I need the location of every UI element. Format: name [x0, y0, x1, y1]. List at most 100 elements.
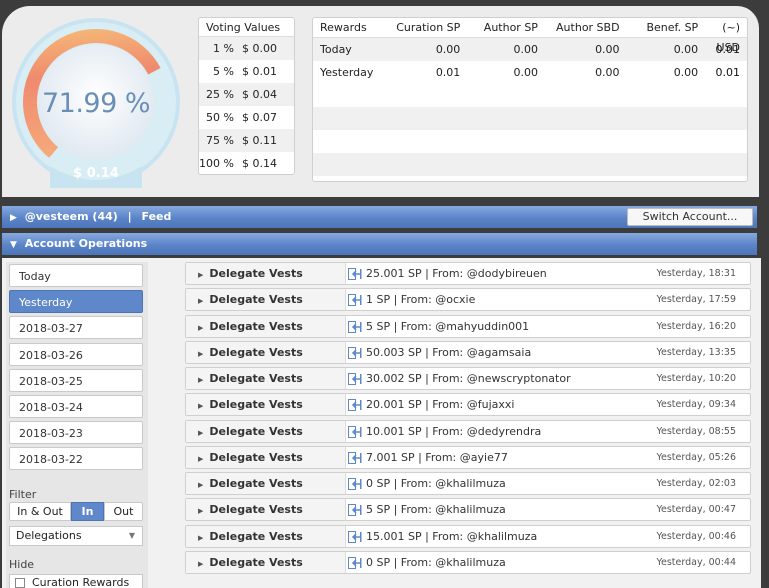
feed-link[interactable]: Feed	[142, 210, 172, 223]
operation-description: 7.001 SP | From: @ayie77	[366, 450, 508, 464]
operation-time: Yesterday, 10:20	[656, 373, 736, 384]
voting-value-row: 75 % $ 0.11	[199, 129, 294, 152]
hide-curation-rewards-label: Curation Rewards	[32, 576, 130, 588]
caret-right-icon: ▶	[10, 213, 17, 223]
account-name[interactable]: @vesteem (44)	[25, 210, 118, 223]
operation-time: Yesterday, 16:20	[656, 320, 736, 332]
checkbox[interactable]	[15, 578, 25, 588]
day-button[interactable]: 2018-03-26	[9, 342, 143, 366]
operation-row[interactable]: ▶ Delegate Vests 0 SP | From: @khalilmuza Y…	[185, 550, 751, 574]
operation-row[interactable]: ▶ Delegate Vests 15.001 SP | From: @khalil…	[185, 524, 751, 548]
voting-usd: $ 0.07	[242, 111, 277, 124]
operation-type[interactable]: ▶ Delegate Vests	[186, 315, 346, 337]
voting-value-row: 1 % $ 0.00	[199, 37, 294, 60]
operation-type[interactable]: ▶ Delegate Vests	[186, 394, 346, 416]
rewards-cell: 0.00	[595, 43, 620, 56]
day-button[interactable]: 2018-03-27	[9, 316, 143, 340]
filter-out-button[interactable]: Out	[104, 502, 143, 521]
hide-curation-rewards-option[interactable]: Curation Rewards	[9, 574, 143, 588]
caret-right-icon: ▶	[198, 559, 204, 568]
account-operations-bar[interactable]: ▼ Account Operations	[2, 233, 757, 255]
caret-down-icon: ▼	[10, 240, 17, 250]
rewards-cell: 0.01	[715, 66, 741, 79]
rewards-cell: 0.01	[435, 66, 461, 79]
account-bar[interactable]: ▶ @vesteem (44) | Feed Switch Account...	[2, 206, 757, 228]
operation-type[interactable]: ▶ Delegate Vests	[186, 420, 346, 442]
operation-type[interactable]: ▶ Delegate Vests	[186, 341, 346, 363]
switch-account-button[interactable]: Switch Account...	[627, 208, 753, 226]
voting-value-row: 100 % $ 0.14	[199, 152, 294, 174]
operation-row[interactable]: ▶ Delegate Vests 0 SP | From: @khalilmuza Y…	[185, 472, 751, 495]
operation-description: 20.001 SP | From: @fujaxxi	[366, 398, 515, 412]
incoming-icon	[348, 478, 362, 490]
operation-time: Yesterday, 05:26	[656, 451, 736, 463]
operation-type[interactable]: ▶ Delegate Vests	[186, 473, 346, 494]
operation-time: Yesterday, 17:59	[656, 294, 736, 306]
incoming-icon	[348, 556, 362, 569]
rewards-empty-row	[313, 107, 747, 130]
operation-row[interactable]: ▶ Delegate Vests 5 SP | From: @khalilmuza Y…	[185, 498, 751, 522]
day-button[interactable]: Today	[9, 264, 143, 287]
filter-in-out-button[interactable]: In & Out	[9, 502, 71, 521]
operation-row[interactable]: ▶ Delegate Vests 25.001 SP | From: @dodybi…	[185, 262, 751, 285]
operation-row[interactable]: ▶ Delegate Vests 1 SP | From: @ocxie Yester…	[185, 288, 751, 312]
operation-time: Yesterday, 09:34	[656, 399, 736, 411]
operation-type[interactable]: ▶ Delegate Vests	[186, 446, 346, 468]
operation-type[interactable]: ▶ Delegate Vests	[186, 289, 346, 311]
operation-type-select[interactable]: Delegations ▼	[9, 526, 143, 546]
operation-type[interactable]: ▶ Delegate Vests	[186, 551, 346, 573]
operation-row[interactable]: ▶ Delegate Vests 50.003 SP | From: @agamsa…	[185, 340, 751, 364]
operation-type-label: Delegate Vests	[209, 345, 303, 359]
account-operations-title: Account Operations	[24, 237, 148, 250]
operation-row[interactable]: ▶ Delegate Vests 10.001 SP | From: @dedyre…	[185, 419, 751, 443]
filter-label: Filter	[9, 488, 37, 501]
operation-type[interactable]: ▶ Delegate Vests	[186, 499, 346, 521]
operation-type-label: Delegate Vests	[209, 450, 303, 464]
rewards-cell: 0.00	[673, 66, 699, 79]
rewards-row-label: Today	[320, 43, 352, 56]
operation-type-label: Delegate Vests	[209, 293, 303, 307]
voting-usd: $ 0.01	[242, 65, 277, 78]
rewards-empty-row	[313, 153, 747, 176]
operation-time: Yesterday, 08:55	[656, 425, 736, 437]
operation-description: 5 SP | From: @mahyuddin001	[366, 319, 530, 333]
rewards-col-benef: Benef. SP	[646, 21, 699, 34]
operation-type-label: Delegate Vests	[209, 424, 303, 438]
filter-segmented-control: In & Out In Out	[9, 502, 143, 521]
operation-type-label: Delegate Vests	[209, 555, 303, 569]
rewards-col-usd: (~) USD	[716, 21, 740, 54]
operation-row[interactable]: ▶ Delegate Vests 7.001 SP | From: @ayie77 Y…	[185, 445, 751, 469]
operation-row[interactable]: ▶ Delegate Vests 5 SP | From: @mahyuddin00…	[185, 314, 751, 338]
rewards-row: Yesterday 0.01 0.00 0.00 0.00 0.01	[313, 61, 747, 84]
day-button[interactable]: 2018-03-25	[9, 368, 143, 392]
rewards-cell: 0.00	[513, 43, 538, 56]
filter-in-button[interactable]: In	[71, 502, 104, 521]
operation-type-label: Delegate Vests	[209, 477, 303, 490]
operation-description: 0 SP | From: @khalilmuza	[366, 555, 506, 569]
incoming-icon	[348, 530, 362, 543]
operation-type[interactable]: ▶ Delegate Vests	[186, 368, 346, 389]
incoming-icon	[348, 320, 362, 333]
operation-description: 5 SP | From: @khalilmuza	[366, 503, 506, 517]
account-separator: |	[127, 210, 132, 223]
operation-description: 30.002 SP | From: @newscryptonator	[366, 372, 571, 385]
voting-power-gauge: 71.99 % $ 0.14	[10, 16, 182, 188]
day-button[interactable]: Yesterday	[9, 290, 143, 314]
caret-right-icon: ▶	[198, 376, 204, 384]
operation-row[interactable]: ▶ Delegate Vests 30.002 SP | From: @newscr…	[185, 367, 751, 390]
day-button[interactable]: 2018-03-22	[9, 447, 143, 471]
chevron-down-icon: ▼	[128, 531, 135, 540]
operation-description: 50.003 SP | From: @agamsaia	[366, 345, 532, 359]
day-button[interactable]: 2018-03-23	[9, 421, 143, 445]
operation-type[interactable]: ▶ Delegate Vests	[186, 525, 346, 547]
voting-value-row: 5 % $ 0.01	[199, 60, 294, 83]
caret-right-icon: ▶	[198, 271, 204, 279]
rewards-table: Rewards Curation SP Author SP Author SBD…	[312, 17, 748, 182]
rewards-col-author-sbd: Author SBD	[556, 21, 620, 34]
incoming-icon	[348, 451, 362, 464]
voting-value-row: 25 % $ 0.04	[199, 83, 294, 106]
day-button[interactable]: 2018-03-24	[9, 395, 143, 418]
operation-type[interactable]: ▶ Delegate Vests	[186, 263, 346, 284]
operation-row[interactable]: ▶ Delegate Vests 20.001 SP | From: @fujaxx…	[185, 393, 751, 417]
operation-description: 15.001 SP | From: @khalilmuza	[366, 529, 538, 543]
